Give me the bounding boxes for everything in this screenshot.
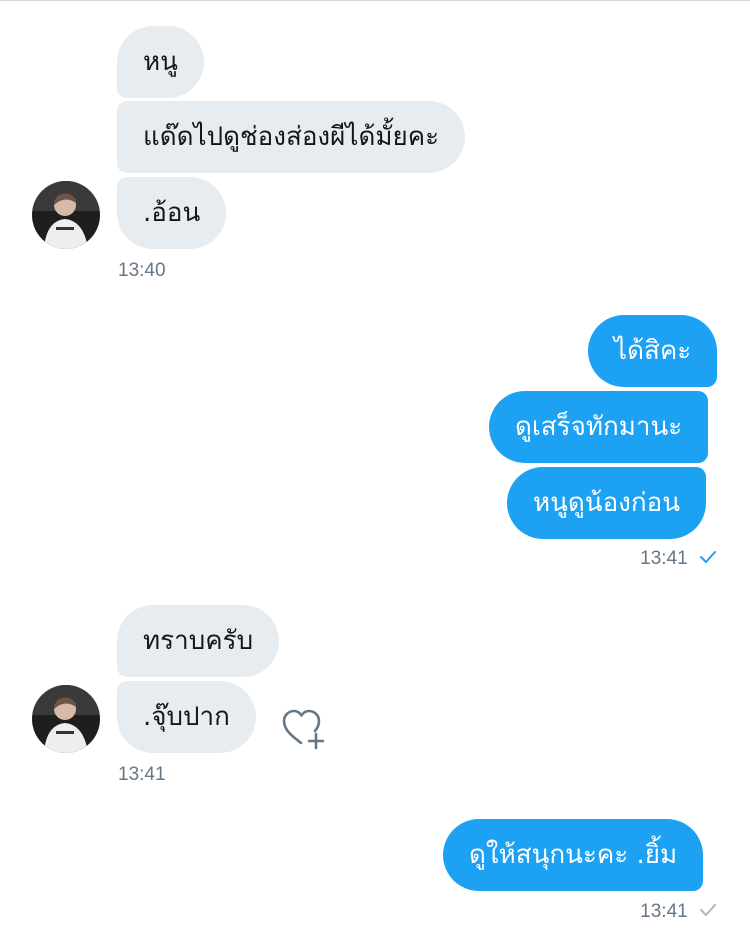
message-text: แด๊ดไปดูช่องส่องผีได้มั้ยคะ <box>143 122 440 152</box>
check-gray-icon <box>699 901 717 923</box>
avatar-image <box>32 181 100 249</box>
user-avatar[interactable] <box>32 685 100 753</box>
message-timestamp-row: 13:41 <box>640 901 717 923</box>
heart-add-icon[interactable] <box>280 708 328 756</box>
message-text: ดูให้สนุกนะคะ .ยิ้ม <box>469 840 678 870</box>
message-timestamp: 13:41 <box>640 548 688 570</box>
user-avatar[interactable] <box>32 181 100 249</box>
message-text: หนูดูน้องก่อน <box>533 488 681 518</box>
message-text: หนู <box>143 47 178 77</box>
incoming-message[interactable]: แด๊ดไปดูช่องส่องผีได้มั้ยคะ <box>117 101 466 173</box>
outgoing-message[interactable]: ดูให้สนุกนะคะ .ยิ้ม <box>443 819 704 891</box>
message-timestamp-row: 13:41 <box>640 548 717 570</box>
incoming-message[interactable]: ทราบครับ <box>117 605 280 677</box>
message-text: .อ้อน <box>143 198 201 228</box>
message-text: ได้สิคะ <box>614 336 692 366</box>
message-timestamp: 13:41 <box>118 764 166 785</box>
avatar-image <box>32 685 100 753</box>
incoming-message[interactable]: .อ้อน <box>117 177 227 249</box>
message-timestamp: 13:41 <box>640 901 688 923</box>
outgoing-message[interactable]: หนูดูน้องก่อน <box>507 467 707 539</box>
outgoing-message[interactable]: ดูเสร็จทักมานะ <box>489 391 709 463</box>
incoming-message[interactable]: หนู <box>117 26 204 98</box>
incoming-message[interactable]: .จุ๊บปาก <box>117 681 256 753</box>
outgoing-message[interactable]: ได้สิคะ <box>588 315 718 387</box>
message-text: ทราบครับ <box>143 626 254 656</box>
message-timestamp: 13:40 <box>118 260 166 281</box>
check-blue-icon <box>699 548 717 570</box>
message-text: ดูเสร็จทักมานะ <box>515 412 683 442</box>
message-text: .จุ๊บปาก <box>143 702 230 732</box>
top-divider <box>0 0 750 1</box>
